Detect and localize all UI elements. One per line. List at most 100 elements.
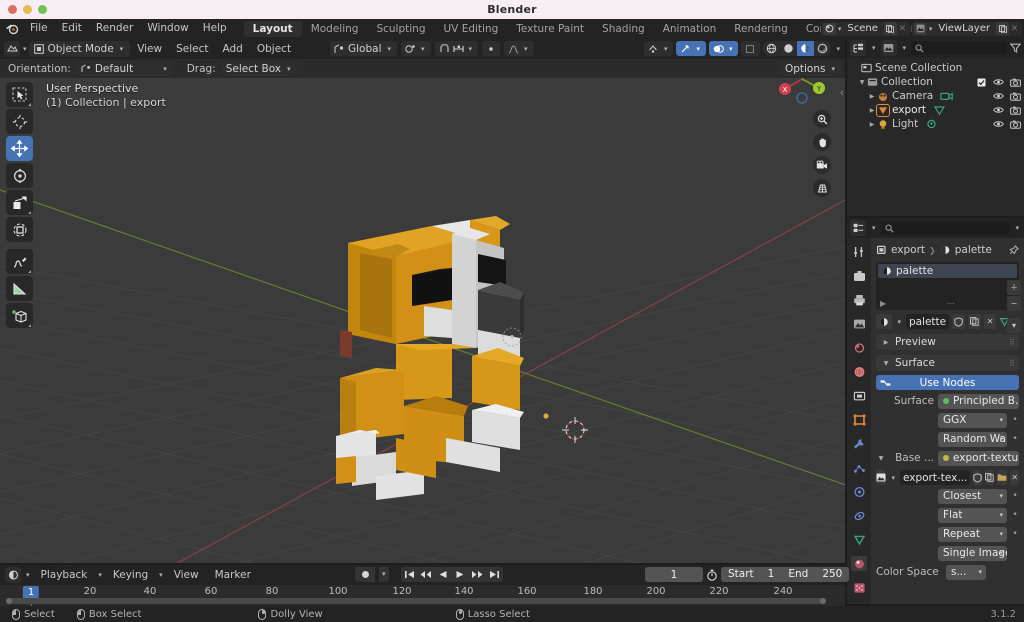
playback-caret-icon[interactable]: ▾: [98, 571, 102, 579]
new-material-button[interactable]: [967, 314, 981, 329]
tool-scale[interactable]: [6, 190, 33, 215]
unlink-scene-button[interactable]: ✕: [897, 22, 908, 35]
outliner-editor-type-button[interactable]: [850, 40, 866, 56]
viewlayer-dropdown-caret-icon[interactable]: ▾: [929, 25, 933, 33]
keying-caret-icon[interactable]: ▾: [159, 571, 163, 579]
image-name-field[interactable]: export-tex...: [899, 470, 971, 485]
mesh-data-icon[interactable]: [933, 105, 946, 116]
workspace-tab-modeling[interactable]: Modeling: [302, 21, 368, 37]
extension-dropdown[interactable]: Repeat ▾: [938, 526, 1007, 542]
material-slot-row[interactable]: palette: [878, 264, 1017, 278]
options-popover[interactable]: Options ▾: [780, 61, 841, 76]
properties-editor[interactable]: ▾ ▾ export ❯ palette palette ▶ ⋯ ＋ − ▾ ▾…: [847, 218, 1024, 604]
properties-tab-scene[interactable]: [851, 340, 867, 355]
unlink-material-button[interactable]: ✕: [983, 314, 997, 329]
tool-annotate[interactable]: [6, 249, 33, 274]
menu-file[interactable]: File: [23, 19, 55, 38]
editor-type-caret-icon[interactable]: ▾: [23, 45, 27, 53]
menu-help[interactable]: Help: [196, 19, 234, 38]
menu-window[interactable]: Window: [140, 19, 195, 38]
outliner-row-collection[interactable]: ▼ Collection: [847, 75, 1024, 89]
snap-toggle[interactable]: ▾: [434, 41, 479, 56]
open-image-button[interactable]: [997, 470, 1008, 485]
unlink-image-button[interactable]: ✕: [1010, 470, 1019, 485]
timeline-menu-playback[interactable]: Playback: [34, 569, 95, 581]
projection-animate-icon[interactable]: •: [1011, 510, 1019, 520]
shading-solid-button[interactable]: [780, 41, 797, 56]
timeline-menu-view[interactable]: View: [167, 569, 206, 581]
properties-options-caret-icon[interactable]: ▾: [1015, 224, 1019, 232]
workspace-tab-rendering[interactable]: Rendering: [725, 21, 797, 37]
timeline-editor[interactable]: ▾ Playback ▾ Keying ▾ View Marker ▾ 1 St…: [0, 565, 850, 607]
subsurface-method-dropdown[interactable]: Random Walk ▾: [938, 431, 1007, 447]
toggle-perspective-button[interactable]: [813, 179, 831, 197]
workspace-tab-layout[interactable]: Layout: [243, 20, 302, 37]
interaction-mode-selector[interactable]: Object Mode ▾: [28, 40, 131, 57]
viewport-menu-select[interactable]: Select: [169, 43, 215, 55]
scene-dropdown-caret-icon[interactable]: ▾: [838, 25, 842, 33]
timeline-menu-marker[interactable]: Marker: [208, 569, 258, 581]
properties-tab-modifier[interactable]: [851, 436, 867, 451]
viewport-menu-add[interactable]: Add: [216, 43, 250, 55]
scene-selector[interactable]: ▾ Scene ✕: [820, 21, 910, 36]
play-button[interactable]: [452, 567, 469, 582]
color-space-dropdown[interactable]: s... ▾: [946, 564, 986, 580]
properties-tab-viewlayer[interactable]: [851, 316, 867, 331]
properties-tab-tool[interactable]: [851, 244, 867, 259]
browse-image-caret-icon[interactable]: ▾: [891, 474, 895, 482]
previous-keyframe-button[interactable]: [418, 567, 435, 582]
tool-add-cube[interactable]: [6, 303, 33, 328]
properties-tab-particles[interactable]: [851, 460, 867, 475]
viewlayer-selector[interactable]: ▾ ViewLayer ✕: [911, 21, 1022, 36]
source-dropdown[interactable]: Single Image ▾: [938, 545, 1007, 561]
zoom-view-button[interactable]: [813, 110, 831, 128]
add-material-slot-button[interactable]: ＋: [1007, 280, 1021, 295]
light-hide-eye-icon[interactable]: [993, 119, 1004, 130]
viewport-menu-view[interactable]: View: [130, 43, 169, 55]
timeline-editor-type-button[interactable]: [5, 567, 21, 583]
tool-measure[interactable]: [6, 276, 33, 301]
properties-tab-object[interactable]: [851, 412, 867, 427]
light-expand-icon[interactable]: ▶: [867, 121, 877, 128]
shading-material-preview-button[interactable]: [797, 41, 815, 56]
properties-tab-world[interactable]: [851, 364, 867, 379]
jump-to-start-button[interactable]: [401, 567, 418, 582]
workspace-tab-uv-editing[interactable]: UV Editing: [434, 21, 507, 37]
breadcrumb-material-label[interactable]: palette: [955, 244, 992, 256]
remove-material-slot-button[interactable]: −: [1007, 296, 1021, 311]
visibility-selector[interactable]: ▾: [643, 41, 674, 56]
properties-tab-constraints[interactable]: [851, 508, 867, 523]
pan-hand-button[interactable]: [813, 133, 831, 151]
export-hide-eye-icon[interactable]: [993, 105, 1004, 116]
shading-popover-caret-icon[interactable]: ▾: [836, 45, 840, 53]
viewport-shading-selector[interactable]: [763, 41, 832, 56]
outliner-editor[interactable]: ▾ ▾ Scene Collection ▼ Collection ▶ Came…: [847, 38, 1024, 216]
proportional-editing-toggle[interactable]: [482, 41, 501, 56]
new-scene-button[interactable]: [883, 22, 897, 35]
properties-tab-render[interactable]: [851, 268, 867, 283]
properties-tab-texture[interactable]: [851, 580, 867, 595]
projection-dropdown[interactable]: Flat ▾: [938, 507, 1007, 523]
camera-data-icon[interactable]: [940, 91, 954, 102]
browse-material-caret-icon[interactable]: ▾: [897, 318, 901, 326]
material-name-field[interactable]: palette: [905, 314, 950, 329]
editor-type-button[interactable]: [4, 40, 20, 57]
timeline-scrollbar-thumb[interactable]: [6, 598, 826, 604]
outliner-row-export[interactable]: ▶ export: [847, 103, 1024, 117]
frame-range-fields[interactable]: Start 1 End 250: [721, 567, 850, 582]
transform-orientation-selector[interactable]: Global ▾: [330, 41, 398, 56]
auto-keying-caret-icon[interactable]: ▾: [379, 567, 389, 582]
interpolation-dropdown[interactable]: Closest ▾: [938, 488, 1007, 504]
surface-shader-value[interactable]: Principled B...: [938, 393, 1019, 409]
new-viewlayer-button[interactable]: [996, 22, 1009, 35]
tool-cursor[interactable]: [6, 109, 33, 134]
outliner-search-input[interactable]: [911, 41, 1007, 55]
proportional-falloff-selector[interactable]: ▾: [504, 41, 534, 56]
collection-hide-eye-icon[interactable]: [993, 77, 1004, 88]
material-slot-specials-icon[interactable]: ▶: [880, 299, 886, 308]
end-frame-value[interactable]: 250: [815, 567, 849, 582]
shading-rendered-button[interactable]: [814, 41, 831, 56]
outliner-display-mode-button[interactable]: [880, 40, 897, 56]
collection-checkbox[interactable]: [976, 77, 987, 88]
menu-render[interactable]: Render: [89, 19, 140, 38]
